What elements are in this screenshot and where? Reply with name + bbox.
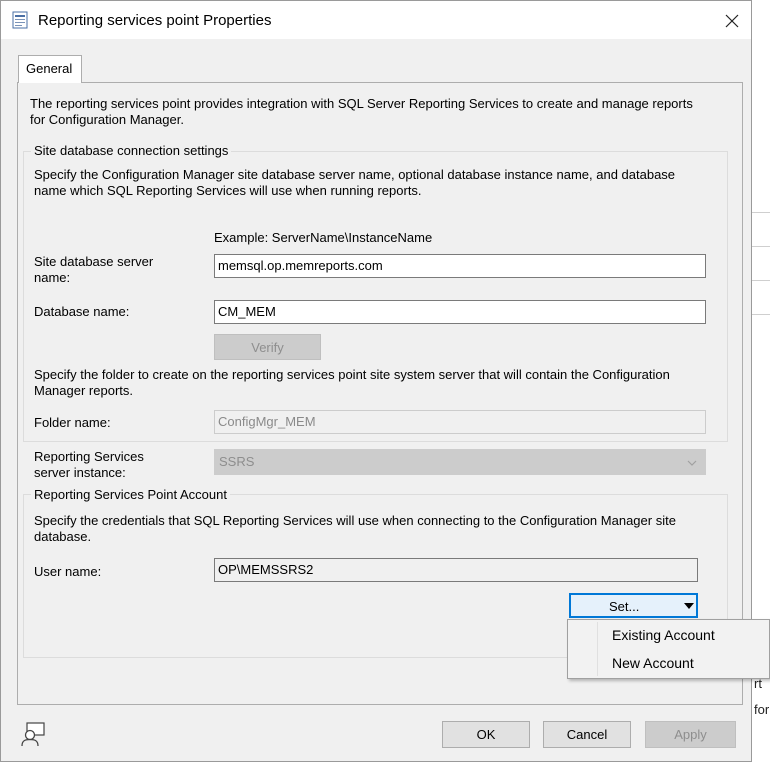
account-description: database.	[34, 529, 92, 544]
cancel-button[interactable]: Cancel	[543, 721, 631, 748]
server-name-label: name:	[34, 270, 71, 285]
dropdown-arrow-icon	[684, 603, 694, 609]
properties-icon	[12, 11, 28, 29]
server-instance-value: SSRS	[219, 454, 255, 469]
apply-button[interactable]: Apply	[645, 721, 736, 748]
server-name-input[interactable]: memsql.op.memreports.com	[214, 254, 706, 278]
ok-button[interactable]: OK	[442, 721, 530, 748]
title-bar: Reporting services point Properties	[1, 1, 751, 39]
set-button-label: Set...	[609, 599, 640, 614]
server-instance-label: server instance:	[34, 465, 126, 480]
set-account-menu: Existing Account New Account	[567, 619, 770, 679]
intro-text: The reporting services point provides in…	[30, 96, 693, 111]
background-text: for	[754, 702, 770, 717]
example-hint: Example: ServerName\InstanceName	[214, 230, 433, 245]
menu-item-existing-account[interactable]: Existing Account	[569, 622, 768, 648]
folder-description: Specify the folder to create on the repo…	[34, 367, 670, 382]
close-icon[interactable]	[713, 5, 749, 35]
user-name-label: User name:	[34, 564, 102, 579]
server-instance-label: Reporting Services	[34, 449, 144, 464]
user-account-icon	[21, 722, 45, 747]
intro-text: for Configuration Manager.	[30, 112, 184, 127]
folder-name-input[interactable]: ConfigMgr_MEM	[214, 410, 706, 434]
server-name-label: Site database server	[34, 254, 154, 269]
window-title: Reporting services point Properties	[38, 12, 272, 29]
database-name-input[interactable]: CM_MEM	[214, 300, 706, 324]
group-legend: Site database connection settings	[31, 143, 232, 159]
database-name-label: Database name:	[34, 304, 130, 319]
user-name-input[interactable]: OP\MEMSSRS2	[214, 558, 698, 582]
server-instance-select[interactable]: SSRS	[214, 449, 706, 475]
folder-name-label: Folder name:	[34, 415, 111, 430]
site-db-description: name which SQL Reporting Services will u…	[34, 183, 422, 198]
set-account-button[interactable]: Set...	[569, 593, 698, 618]
folder-description: Manager reports.	[34, 383, 133, 398]
group-legend: Reporting Services Point Account	[31, 487, 230, 503]
menu-item-label: Existing Account	[612, 627, 715, 643]
menu-item-new-account[interactable]: New Account	[569, 650, 768, 676]
chevron-down-icon	[687, 460, 697, 466]
tab-label: General	[26, 61, 73, 76]
site-db-description: Specify the Configuration Manager site d…	[34, 167, 676, 182]
verify-button[interactable]: Verify	[214, 334, 321, 360]
account-description: Specify the credentials that SQL Reporti…	[34, 513, 676, 528]
tab-general[interactable]: General	[18, 55, 82, 83]
menu-item-label: New Account	[612, 655, 694, 671]
